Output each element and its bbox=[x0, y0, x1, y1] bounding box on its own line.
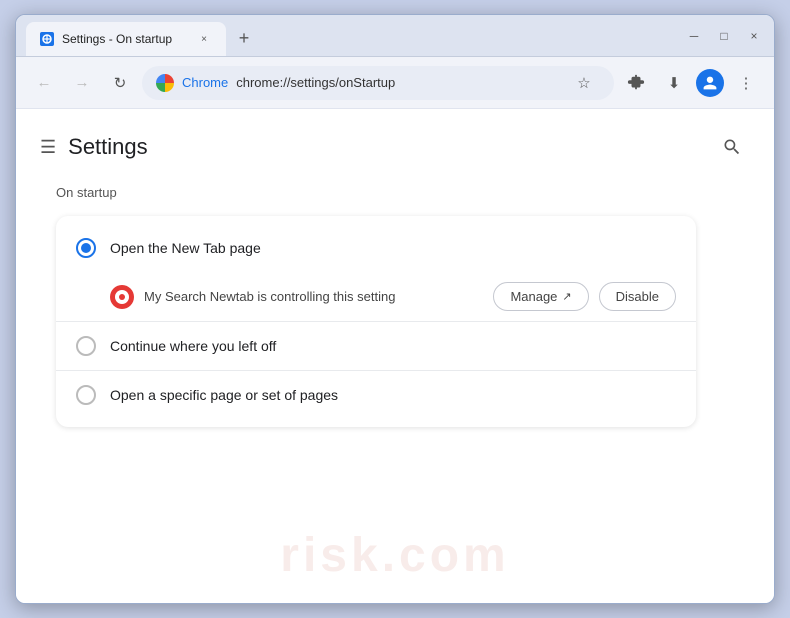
tab-close-button[interactable]: × bbox=[196, 31, 212, 47]
page-content: ☰ Settings On startup Open the New Tab p… bbox=[16, 109, 774, 603]
radio-specific-page[interactable] bbox=[76, 385, 96, 405]
address-bar-icons: ☆ bbox=[568, 67, 600, 99]
browser-window: Settings - On startup × + ─ □ × ← → ↻ Ch… bbox=[15, 14, 775, 604]
extension-buttons: Manage ↗ Disable bbox=[493, 282, 676, 311]
settings-header: ☰ Settings bbox=[16, 109, 774, 175]
manage-button[interactable]: Manage ↗ bbox=[493, 282, 588, 311]
extension-row: My Search Newtab is controlling this set… bbox=[56, 272, 696, 321]
radio-new-tab[interactable] bbox=[76, 238, 96, 258]
reload-button[interactable]: ↻ bbox=[104, 67, 136, 99]
more-menu-button[interactable]: ⋮ bbox=[730, 67, 762, 99]
maximize-button[interactable]: □ bbox=[716, 28, 732, 44]
active-tab[interactable]: Settings - On startup × bbox=[26, 22, 226, 56]
url-display: chrome://settings/onStartup bbox=[236, 75, 395, 90]
navigation-bar: ← → ↻ Chrome chrome://settings/onStartup… bbox=[16, 57, 774, 109]
radio-new-tab-fill bbox=[81, 243, 91, 253]
option-new-tab[interactable]: Open the New Tab page bbox=[56, 224, 696, 272]
bookmark-icon[interactable]: ☆ bbox=[568, 67, 600, 99]
extension-icon-dot bbox=[119, 294, 125, 300]
close-button[interactable]: × bbox=[746, 28, 762, 44]
extension-icon-inner bbox=[115, 290, 129, 304]
disable-label: Disable bbox=[616, 289, 659, 304]
hamburger-icon[interactable]: ☰ bbox=[40, 137, 56, 158]
watermark: risk.com bbox=[280, 528, 509, 583]
address-bar[interactable]: Chrome chrome://settings/onStartup ☆ bbox=[142, 66, 614, 100]
settings-search-button[interactable] bbox=[714, 129, 750, 165]
forward-button[interactable]: → bbox=[66, 67, 98, 99]
options-card: Open the New Tab page My Search Newtab i… bbox=[56, 216, 696, 427]
new-tab-button[interactable]: + bbox=[230, 24, 258, 52]
profile-button[interactable] bbox=[696, 69, 724, 97]
option-new-tab-label: Open the New Tab page bbox=[110, 240, 261, 256]
chrome-label: Chrome bbox=[182, 75, 228, 90]
tab-favicon bbox=[40, 32, 54, 46]
download-icon[interactable]: ⬇ bbox=[658, 67, 690, 99]
extension-logo-icon bbox=[110, 285, 134, 309]
chrome-logo-icon bbox=[156, 74, 174, 92]
disable-button[interactable]: Disable bbox=[599, 282, 676, 311]
option-specific-page-label: Open a specific page or set of pages bbox=[110, 387, 338, 403]
window-controls: ─ □ × bbox=[686, 28, 762, 44]
option-specific-page[interactable]: Open a specific page or set of pages bbox=[56, 371, 696, 419]
settings-title-area: ☰ Settings bbox=[40, 134, 148, 160]
on-startup-section: On startup Open the New Tab page bbox=[16, 175, 774, 437]
tab-title: Settings - On startup bbox=[62, 32, 172, 46]
extension-label: My Search Newtab is controlling this set… bbox=[144, 289, 483, 304]
title-bar: Settings - On startup × + ─ □ × bbox=[16, 15, 774, 57]
settings-page-title: Settings bbox=[68, 134, 148, 160]
back-button[interactable]: ← bbox=[28, 67, 60, 99]
option-continue-label: Continue where you left off bbox=[110, 338, 276, 354]
option-continue[interactable]: Continue where you left off bbox=[56, 322, 696, 370]
minimize-button[interactable]: ─ bbox=[686, 28, 702, 44]
extension-icon[interactable] bbox=[620, 67, 652, 99]
section-title: On startup bbox=[56, 185, 734, 200]
radio-continue[interactable] bbox=[76, 336, 96, 356]
manage-label: Manage bbox=[510, 289, 557, 304]
manage-external-icon: ↗ bbox=[562, 290, 571, 303]
